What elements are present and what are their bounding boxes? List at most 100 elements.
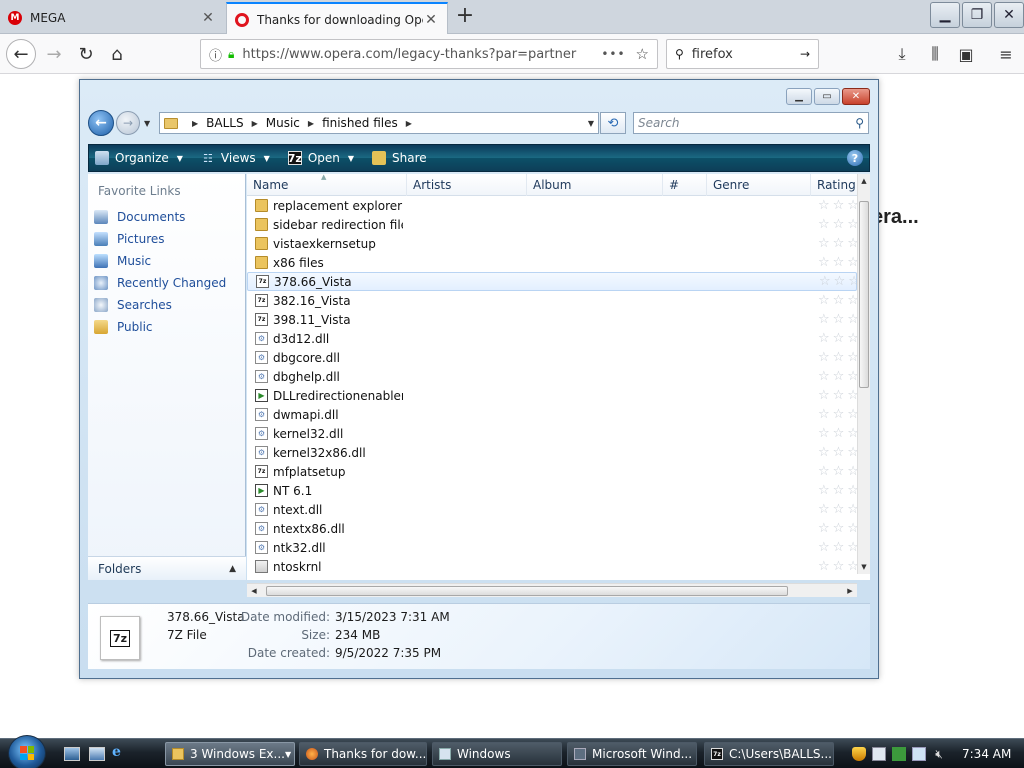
network-icon[interactable] [912,747,926,761]
search-go-icon[interactable]: → [800,47,810,61]
organize-button[interactable]: Organize ▼ [95,151,183,165]
folder-row[interactable]: sidebar redirection file... ☆☆☆ [247,215,859,234]
show-desktop-icon[interactable] [64,747,80,761]
file-row[interactable]: ▶ DLLredirectionenabler ☆☆☆ [247,386,859,405]
url-bar[interactable]: ⓘ 🔒︎ https://www.opera.com/legacy-thanks… [200,39,658,69]
folder-row[interactable]: replacement explorer ☆☆☆ [247,196,859,215]
folder-row[interactable]: x86 files ☆☆☆ [247,253,859,272]
address-dropdown-icon[interactable]: ▼ [588,119,594,128]
sidebar-item-public[interactable]: Public [94,316,226,338]
rating-stars-icon[interactable]: ☆☆☆ [818,293,862,308]
file-row[interactable]: ntoskrnl ☆☆☆ [247,557,859,576]
downloads-icon[interactable]: ⤓ [888,40,916,68]
minimize-button[interactable]: ▁ [786,88,812,105]
rating-stars-icon[interactable]: ☆☆☆ [818,426,862,441]
search-box[interactable]: Search ⚲ [633,112,869,134]
info-icon[interactable]: ⓘ [209,45,222,64]
rating-stars-icon[interactable]: ☆☆☆ [818,255,862,270]
bookmark-star-icon[interactable]: ☆ [636,45,649,63]
column-header-genre[interactable]: Genre [707,174,811,196]
close-tab-icon[interactable]: ✕ [423,12,439,28]
close-button[interactable]: ✕ [842,88,870,105]
clock[interactable]: 7:34 AM [962,747,1011,761]
rating-stars-icon[interactable]: ☆☆☆ [818,217,862,232]
tab-mega[interactable]: M MEGA ✕ [0,2,224,34]
file-row[interactable]: 7z mfplatsetup ☆☆☆ [247,462,859,481]
file-row[interactable]: ▶ NT 6.1 ☆☆☆ [247,481,859,500]
sidebar-item-searches[interactable]: Searches [94,294,226,316]
rating-stars-icon[interactable]: ☆☆☆ [818,407,862,422]
back-button[interactable]: ← [6,39,36,69]
rating-stars-icon[interactable]: ☆☆☆ [818,198,862,213]
forward-arrow-icon[interactable]: → [116,111,140,135]
back-arrow-icon[interactable]: ← [88,110,114,136]
new-tab-button[interactable]: + [452,4,478,30]
volume-muted-icon[interactable]: 🔇︎ [932,747,946,761]
rating-stars-icon[interactable]: ☆☆☆ [818,464,862,479]
share-button[interactable]: Share [372,151,427,165]
rating-stars-icon[interactable]: ☆☆☆ [818,559,862,574]
breadcrumb-item[interactable]: finished files [322,116,398,130]
rating-stars-icon[interactable]: ☆☆☆ [818,445,862,460]
rating-stars-icon[interactable]: ☆☆☆ [818,388,862,403]
home-button[interactable]: ⌂ [103,40,131,68]
switch-windows-icon[interactable] [89,747,105,761]
file-row[interactable]: ⚙ ntk32.dll ☆☆☆ [247,538,859,557]
taskbar-button-explorer[interactable]: 3 Windows Ex... ▼ [165,742,295,766]
search-query[interactable]: firefox [692,47,800,62]
scroll-up-icon[interactable]: ▲ [858,174,870,188]
maximize-button[interactable]: ▭ [814,88,840,105]
rating-stars-icon[interactable]: ☆☆☆ [818,331,862,346]
file-row[interactable]: ⚙ kernel32.dll ☆☆☆ [247,424,859,443]
rating-stars-icon[interactable]: ☆☆☆ [818,521,862,536]
folder-row[interactable]: vistaexkernsetup ☆☆☆ [247,234,859,253]
rating-stars-icon[interactable]: ☆☆☆ [818,540,862,555]
start-button[interactable] [8,735,46,768]
chevron-right-icon[interactable]: ▶ [192,119,198,128]
search-icon[interactable]: ⚲ [855,116,864,130]
taskbar-button-firefox[interactable]: Thanks for dow... [299,742,427,766]
security-shield-icon[interactable] [852,747,866,761]
rating-stars-icon[interactable]: ☆☆☆ [818,502,862,517]
rating-stars-icon[interactable]: ☆☆☆ [818,369,862,384]
file-row[interactable]: ⚙ ntextx86.dll ☆☆☆ [247,519,859,538]
column-header-artists[interactable]: Artists [407,174,527,196]
folders-toggle[interactable]: Folders ▲ [88,556,246,580]
sidebar-item-documents[interactable]: Documents [94,206,226,228]
url-text[interactable]: https://www.opera.com/legacy-thanks?par=… [242,47,591,62]
file-row[interactable]: ⚙ dwmapi.dll ☆☆☆ [247,405,859,424]
vertical-scrollbar[interactable]: ▲ ▼ [857,174,870,574]
internet-explorer-icon[interactable]: e [112,744,128,760]
file-row[interactable]: ⚙ dbgcore.dll ☆☆☆ [247,348,859,367]
help-icon[interactable]: ? [847,150,863,166]
close-tab-icon[interactable]: ✕ [200,10,216,26]
rating-stars-icon[interactable]: ☆☆☆ [818,483,862,498]
page-actions-icon[interactable]: ••• [601,47,625,61]
tray-app-icon[interactable] [872,747,886,761]
chevron-right-icon[interactable]: ▶ [406,119,412,128]
sidebar-toggle-icon[interactable]: ▣ [952,40,980,68]
file-row[interactable]: ⚙ kernel32x86.dll ☆☆☆ [247,443,859,462]
sidebar-item-music[interactable]: Music [94,250,226,272]
scroll-down-icon[interactable]: ▼ [858,560,870,574]
file-row[interactable]: 7z 398.11_Vista ☆☆☆ [247,310,859,329]
chevron-right-icon[interactable]: ▶ [308,119,314,128]
taskbar-button-windows[interactable]: Windows [432,742,562,766]
open-button[interactable]: 7z Open ▼ [288,151,354,165]
search-bar[interactable]: ⚲ firefox → [666,39,819,69]
reload-button[interactable]: ↻ [72,40,100,68]
column-header-name[interactable]: Name ▲ [247,174,407,196]
column-header-track-number[interactable]: # [663,174,707,196]
views-button[interactable]: ☷ Views ▼ [201,151,270,165]
forward-button[interactable]: → [40,40,68,68]
file-row[interactable]: ⚙ ntext.dll ☆☆☆ [247,500,859,519]
horizontal-scrollbar[interactable]: ◀ ▶ [247,583,857,597]
scroll-right-icon[interactable]: ▶ [843,584,857,598]
scroll-thumb[interactable] [266,586,788,596]
file-row[interactable]: ⚙ d3d12.dll ☆☆☆ [247,329,859,348]
taskbar-button-microsoft[interactable]: Microsoft Wind... [567,742,697,766]
rating-stars-icon[interactable]: ☆☆☆ [818,350,862,365]
sidebar-item-recently-changed[interactable]: Recently Changed [94,272,226,294]
rating-stars-icon[interactable]: ☆☆☆ [818,236,862,251]
tab-opera-thanks[interactable]: Thanks for downloading Opera ✕ [226,2,448,35]
